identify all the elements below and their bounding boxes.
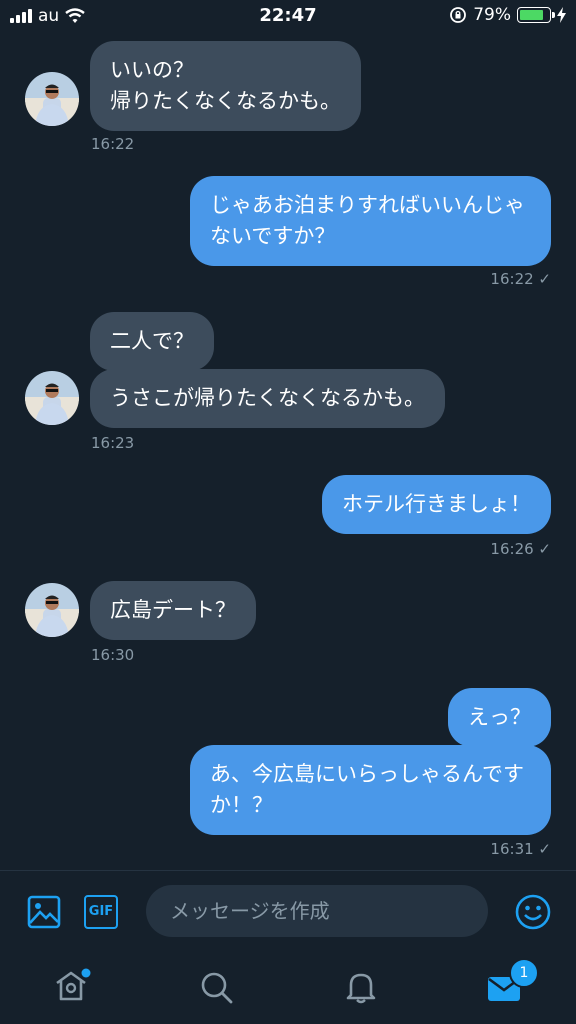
message-input[interactable]: メッセージを作成 bbox=[146, 885, 488, 937]
message-timestamp: 16:30 bbox=[91, 646, 135, 664]
emoji-icon[interactable] bbox=[514, 893, 552, 931]
composer: GIF メッセージを作成 bbox=[0, 870, 576, 955]
status-right: 79% bbox=[449, 5, 566, 25]
message-timestamp: 16:31 ✓ bbox=[490, 840, 551, 858]
message-line: 二人で？ bbox=[110, 329, 194, 353]
battery-icon bbox=[517, 7, 555, 23]
message-line: あ、今広島にいらっしゃるんです bbox=[210, 762, 524, 786]
message-line: 帰りたくなくなるかも。 bbox=[110, 89, 341, 113]
notifications-icon[interactable] bbox=[343, 969, 379, 1005]
message-bubble-outgoing[interactable]: じゃあお泊まりすればいいんじゃ ないですか？ bbox=[190, 176, 551, 266]
message-line: えっ？ bbox=[468, 705, 531, 729]
message-timestamp: 16:22 ✓ bbox=[490, 270, 551, 288]
message-timestamp: 16:22 bbox=[91, 135, 135, 153]
message-bubble-incoming[interactable]: 二人で？ bbox=[90, 312, 214, 371]
message-line: いいの？ bbox=[110, 58, 194, 82]
message-bubble-outgoing[interactable]: ホテル行きましょ！ bbox=[322, 475, 551, 534]
tab-bar: 1 bbox=[0, 954, 576, 1024]
message-bubble-incoming[interactable]: 広島デート？ bbox=[90, 581, 256, 640]
gif-button[interactable]: GIF bbox=[84, 895, 118, 929]
image-icon[interactable] bbox=[27, 895, 61, 929]
messages-badge: 1 bbox=[509, 958, 539, 988]
message-line: ないですか？ bbox=[210, 224, 336, 248]
message-timestamp: 16:23 bbox=[91, 434, 135, 452]
avatar[interactable] bbox=[25, 72, 79, 126]
avatar[interactable] bbox=[25, 583, 79, 637]
message-line: うさこが帰りたくなくなるかも。 bbox=[110, 386, 425, 410]
status-bar: au 22:47 79% bbox=[0, 0, 576, 32]
message-bubble-incoming[interactable]: うさこが帰りたくなくなるかも。 bbox=[90, 369, 445, 428]
search-icon[interactable] bbox=[199, 970, 235, 1006]
avatar[interactable] bbox=[25, 371, 79, 425]
message-line: 広島デート？ bbox=[110, 598, 236, 622]
message-bubble-incoming[interactable]: いいの？ 帰りたくなくなるかも。 bbox=[90, 41, 361, 131]
rotation-lock-icon bbox=[450, 7, 467, 23]
charging-icon bbox=[557, 7, 566, 23]
battery-percent: 79% bbox=[473, 5, 511, 25]
message-line: か！？ bbox=[210, 793, 273, 817]
home-icon[interactable] bbox=[52, 966, 92, 1006]
message-line: じゃあお泊まりすればいいんじゃ bbox=[210, 193, 525, 217]
message-timestamp: 16:26 ✓ bbox=[490, 540, 551, 558]
message-bubble-outgoing[interactable]: えっ？ bbox=[448, 688, 551, 747]
message-line: ホテル行きましょ！ bbox=[342, 492, 531, 516]
message-bubble-outgoing[interactable]: あ、今広島にいらっしゃるんです か！？ bbox=[190, 745, 551, 835]
